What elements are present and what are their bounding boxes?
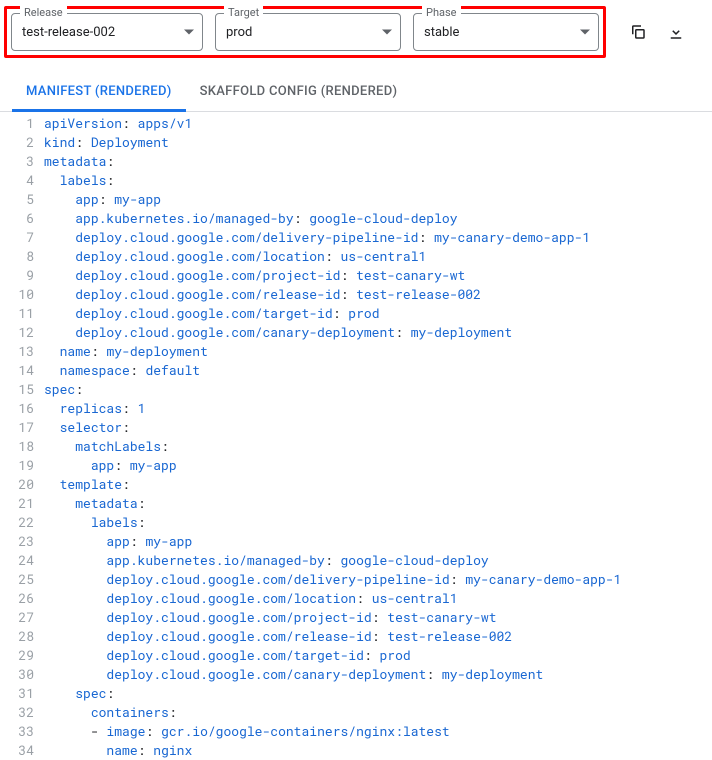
- code-viewer: 1234567891011121314151617181920212223242…: [0, 112, 712, 760]
- release-label: Release: [20, 6, 67, 19]
- phase-value: stable: [424, 25, 459, 40]
- tab-manifest-label: MANIFEST (RENDERED): [26, 84, 172, 99]
- tabs: MANIFEST (RENDERED) SKAFFOLD CONFIG (REN…: [0, 74, 712, 112]
- target-label: Target: [224, 6, 263, 19]
- target-value: prod: [226, 25, 252, 40]
- release-value: test-release-002: [22, 25, 115, 40]
- chevron-down-icon: [580, 30, 590, 35]
- download-icon: [667, 23, 685, 41]
- line-gutter: 1234567891011121314151617181920212223242…: [0, 114, 44, 760]
- release-dropdown[interactable]: Release test-release-002: [11, 13, 203, 51]
- chevron-down-icon: [184, 30, 194, 35]
- copy-icon: [629, 23, 647, 41]
- filter-bar: Release test-release-002 Target prod Pha…: [0, 0, 712, 64]
- tab-skaffold[interactable]: SKAFFOLD CONFIG (RENDERED): [186, 74, 412, 111]
- phase-label: Phase: [422, 6, 461, 19]
- tab-manifest[interactable]: MANIFEST (RENDERED): [12, 74, 186, 111]
- action-icons: [628, 22, 686, 42]
- code-content: apiVersion: apps/v1kind: Deploymentmetad…: [44, 114, 712, 760]
- tab-skaffold-label: SKAFFOLD CONFIG (RENDERED): [200, 84, 398, 99]
- phase-dropdown[interactable]: Phase stable: [413, 13, 599, 51]
- download-button[interactable]: [666, 22, 686, 42]
- dropdown-group: Release test-release-002 Target prod Pha…: [4, 6, 606, 58]
- target-dropdown[interactable]: Target prod: [215, 13, 401, 51]
- copy-button[interactable]: [628, 22, 648, 42]
- chevron-down-icon: [382, 30, 392, 35]
